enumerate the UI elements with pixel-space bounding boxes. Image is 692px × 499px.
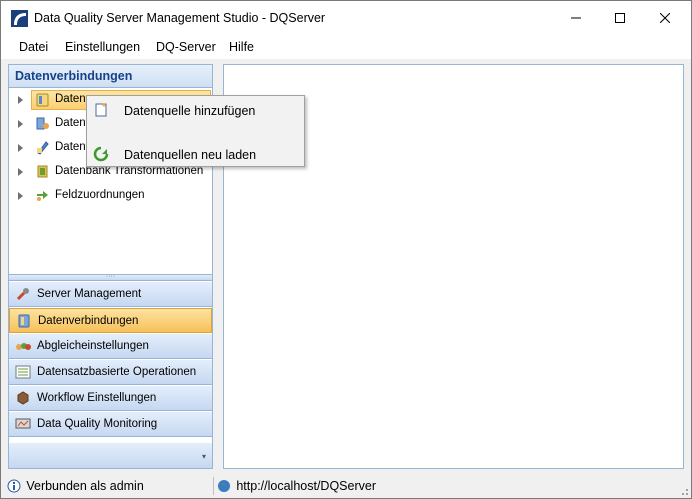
maximize-icon xyxy=(615,13,625,23)
menu-dq-server[interactable]: DQ-Server xyxy=(156,40,216,54)
tree-item-label: Feldzuordnungen xyxy=(55,189,145,201)
nav-server-management[interactable]: Server Management xyxy=(9,282,212,307)
minimize-button[interactable] xyxy=(553,1,599,35)
tree-item-feldzuordnungen[interactable]: Feldzuordnungen xyxy=(9,186,212,206)
records-icon xyxy=(15,365,31,379)
expand-arrow-icon[interactable] xyxy=(18,120,23,128)
menu-datei[interactable]: Datei xyxy=(19,40,48,54)
reload-icon xyxy=(93,146,109,162)
status-user: Verbunden als admin xyxy=(7,478,144,493)
datasource-icon xyxy=(18,314,30,328)
nav-datensatzbasierte-operationen[interactable]: Datensatzbasierte Operationen xyxy=(9,360,212,385)
workflow-icon xyxy=(17,391,29,405)
nav-label: Server Management xyxy=(37,288,142,300)
nav-datenverbindungen[interactable]: Datenverbindungen xyxy=(9,308,212,333)
nav-overflow-bar: ▾ xyxy=(9,443,212,468)
chevron-down-icon[interactable]: ▾ xyxy=(202,452,206,461)
dataset-icon xyxy=(37,141,49,155)
context-menu: Datenquelle hinzufügen Datenquellen neu … xyxy=(86,95,305,167)
app-window: Data Quality Server Management Studio - … xyxy=(0,0,692,499)
close-icon xyxy=(660,13,670,23)
status-bar: Verbunden als admin http://localhost/DQS… xyxy=(1,474,691,498)
expand-arrow-icon[interactable] xyxy=(18,96,23,104)
menu-item-label: Datenquelle hinzufügen xyxy=(124,104,256,118)
nav-label: Workflow Einstellungen xyxy=(37,392,157,404)
nav-workflow-einstellungen[interactable]: Workflow Einstellungen xyxy=(9,386,212,411)
menu-item-datenquelle-hinzufuegen[interactable]: Datenquelle hinzufügen xyxy=(87,99,304,123)
wrench-icon xyxy=(16,288,29,301)
nav-label: Data Quality Monitoring xyxy=(37,418,158,430)
status-divider xyxy=(213,477,214,495)
title-bar: Data Quality Server Management Studio - … xyxy=(1,1,691,35)
globe-icon xyxy=(218,479,230,492)
nav-abgleicheinstellungen[interactable]: Abgleicheinstellungen xyxy=(9,334,212,359)
info-icon xyxy=(7,479,21,493)
menu-bar: Datei Einstellungen DQ-Server Hilfe xyxy=(1,35,691,59)
app-logo-icon xyxy=(11,10,28,27)
expand-arrow-icon[interactable] xyxy=(18,192,23,200)
nav-label: Abgleicheinstellungen xyxy=(37,340,149,352)
resize-grip-icon[interactable] xyxy=(679,486,689,496)
database-icon xyxy=(36,93,49,107)
menu-item-label: Datenquellen neu laden xyxy=(124,148,257,162)
match-settings-icon xyxy=(16,343,31,350)
nav-label: Datenverbindungen xyxy=(38,315,139,327)
minimize-icon xyxy=(571,17,581,19)
window-title: Data Quality Server Management Studio - … xyxy=(34,11,326,25)
status-server: http://localhost/DQServer xyxy=(217,478,376,493)
maximize-button[interactable] xyxy=(597,1,643,35)
transform-icon xyxy=(37,165,48,178)
add-datasource-icon xyxy=(95,103,107,117)
expand-arrow-icon[interactable] xyxy=(18,144,23,152)
menu-einstellungen[interactable]: Einstellungen xyxy=(65,40,140,54)
monitor-icon xyxy=(15,418,31,429)
nav-label: Datensatzbasierte Operationen xyxy=(37,366,197,378)
mapping-icon xyxy=(37,191,48,201)
close-button[interactable] xyxy=(642,1,688,35)
menu-hilfe[interactable]: Hilfe xyxy=(229,40,254,54)
expand-arrow-icon[interactable] xyxy=(18,168,23,176)
panel-splitter[interactable]: ···· xyxy=(9,273,212,281)
nav-data-quality-monitoring[interactable]: Data Quality Monitoring xyxy=(9,412,212,437)
target-icon xyxy=(36,117,49,130)
panel-title: Datenverbindungen xyxy=(9,65,212,88)
status-server-url: http://localhost/DQServer xyxy=(236,478,376,493)
menu-item-datenquellen-neu-laden[interactable]: Datenquellen neu laden xyxy=(87,143,304,167)
status-user-text: Verbunden als admin xyxy=(26,478,144,493)
